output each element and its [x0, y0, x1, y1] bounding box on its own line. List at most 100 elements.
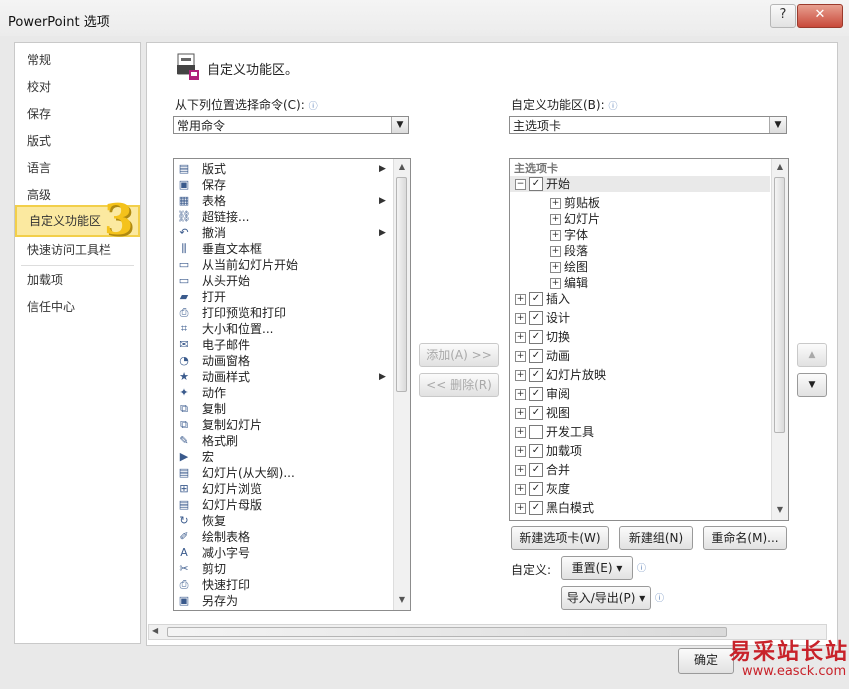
command-list-item[interactable]: ↶ 撤消 ▶ — [174, 225, 392, 241]
command-list-item[interactable]: ⫼ 垂直文本框 — [174, 241, 392, 257]
command-list-item[interactable]: ▤ 幻灯片母版 — [174, 497, 392, 513]
scroll-left-icon[interactable]: ◀ — [152, 626, 158, 635]
command-list-item[interactable]: ⧉ 复制 — [174, 401, 392, 417]
expand-icon[interactable]: + — [550, 198, 561, 209]
tab-checkbox[interactable]: ✓ — [529, 311, 543, 325]
tree-tab-item[interactable]: + ✓ 合并 — [510, 462, 770, 478]
tab-checkbox[interactable]: ✓ — [529, 349, 543, 363]
ribbon-tabs-select[interactable]: 主选项卡 ▼ — [509, 116, 787, 134]
import-export-button[interactable]: 导入/导出(P) ▾ — [561, 586, 651, 610]
sidebar-item-trust-center[interactable]: 信任中心 — [15, 294, 140, 320]
command-list-item[interactable]: ✐ 绘制表格 — [174, 529, 392, 545]
tree-tab-item[interactable]: + ✓ 动画 — [510, 348, 770, 364]
move-up-button[interactable]: ▲ — [797, 343, 827, 367]
tree-tab-item[interactable]: + ✓ 幻灯片放映 — [510, 367, 770, 383]
commands-source-select[interactable]: 常用命令 ▼ — [173, 116, 409, 134]
command-list-item[interactable]: ⎙ 快速打印 — [174, 577, 392, 593]
command-list-item[interactable]: ⊞ 幻灯片浏览 — [174, 481, 392, 497]
reset-button[interactable]: 重置(E) ▾ — [561, 556, 633, 580]
command-list-item[interactable]: ▣ 另存为 — [174, 593, 392, 609]
command-list-item[interactable]: ▦ 表格 ▶ — [174, 193, 392, 209]
expand-icon[interactable]: + — [515, 484, 526, 495]
expand-icon[interactable]: + — [515, 313, 526, 324]
scroll-thumb[interactable] — [774, 177, 785, 433]
sidebar-item-layout[interactable]: 版式 — [15, 128, 140, 154]
command-list-item[interactable]: ↻ 恢复 — [174, 513, 392, 529]
move-down-button[interactable]: ▼ — [797, 373, 827, 397]
command-list-item[interactable]: ⌗ 大小和位置... — [174, 321, 392, 337]
chevron-down-icon[interactable]: ▼ — [769, 117, 786, 133]
tree-tab-item[interactable]: + ✓ 设计 — [510, 310, 770, 326]
commands-list-scrollbar[interactable]: ▲ ▼ — [393, 159, 410, 610]
tree-tab-item[interactable]: + 开发工具 — [510, 424, 770, 440]
tree-tab-item[interactable]: + ✓ 视图 — [510, 405, 770, 421]
sidebar-item-save[interactable]: 保存 — [15, 101, 140, 127]
tab-checkbox[interactable]: ✓ — [529, 444, 543, 458]
tree-group-item[interactable]: + 段落 — [510, 243, 770, 259]
expand-icon[interactable]: + — [515, 370, 526, 381]
command-list-item[interactable]: ▭ 从头开始 — [174, 273, 392, 289]
tab-checkbox[interactable]: ✓ — [529, 368, 543, 382]
expand-icon[interactable]: + — [515, 332, 526, 343]
command-list-item[interactable]: ✦ 动作 — [174, 385, 392, 401]
command-list-item[interactable]: ▰ 打开 — [174, 289, 392, 305]
command-list-item[interactable]: ▣ 保存 — [174, 177, 392, 193]
tab-checkbox[interactable]: ✓ — [529, 482, 543, 496]
command-list-item[interactable]: ⛓ 超链接... — [174, 209, 392, 225]
expand-icon[interactable]: + — [515, 446, 526, 457]
command-list-item[interactable]: ✉ 电子邮件 — [174, 337, 392, 353]
expand-icon[interactable]: + — [550, 246, 561, 257]
scroll-down-icon[interactable]: ▼ — [394, 592, 410, 608]
collapse-icon[interactable]: − — [515, 179, 526, 190]
tree-tab-item[interactable]: + ✓ 切换 — [510, 329, 770, 345]
rename-button[interactable]: 重命名(M)... — [703, 526, 787, 550]
command-list-item[interactable]: ✎ 格式刷 — [174, 433, 392, 449]
sidebar-item-language[interactable]: 语言 — [15, 155, 140, 181]
tree-group-item[interactable]: + 幻灯片 — [510, 211, 770, 227]
tree-group-item[interactable]: + 字体 — [510, 227, 770, 243]
sidebar-item-proofing[interactable]: 校对 — [15, 74, 140, 100]
command-list-item[interactable]: ✂ 剪切 — [174, 561, 392, 577]
expand-icon[interactable]: + — [550, 278, 561, 289]
remove-button[interactable]: << 删除(R) — [419, 373, 499, 397]
scroll-up-icon[interactable]: ▲ — [394, 159, 410, 175]
sidebar-item-add-ins[interactable]: 加载项 — [15, 267, 140, 293]
tree-tab-item[interactable]: + ✓ 加载项 — [510, 443, 770, 459]
expand-icon[interactable]: + — [550, 214, 561, 225]
expand-icon[interactable]: + — [515, 294, 526, 305]
sidebar-item-general[interactable]: 常规 — [15, 47, 140, 73]
new-group-button[interactable]: 新建组(N) — [619, 526, 693, 550]
tab-checkbox[interactable]: ✓ — [529, 292, 543, 306]
scroll-down-icon[interactable]: ▼ — [772, 502, 788, 518]
command-list-item[interactable]: A 减小字号 — [174, 545, 392, 561]
tab-checkbox[interactable]: ✓ — [529, 330, 543, 344]
new-tab-button[interactable]: 新建选项卡(W) — [511, 526, 609, 550]
tree-tab-item[interactable]: + ✓ 审阅 — [510, 386, 770, 402]
command-list-item[interactable]: ▭ 从当前幻灯片开始 — [174, 257, 392, 273]
tree-group-item[interactable]: + 绘图 — [510, 259, 770, 275]
command-list-item[interactable]: ▶ 宏 — [174, 449, 392, 465]
expand-icon[interactable]: + — [515, 351, 526, 362]
tab-checkbox[interactable] — [529, 425, 543, 439]
close-button[interactable]: ✕ — [797, 4, 843, 28]
tab-checkbox[interactable]: ✓ — [529, 463, 543, 477]
expand-icon[interactable]: + — [550, 230, 561, 241]
add-button[interactable]: 添加(A) >> — [419, 343, 499, 367]
tree-group-item[interactable]: + 剪贴板 — [510, 195, 770, 211]
ribbon-tree-scrollbar[interactable]: ▲ ▼ — [771, 159, 788, 520]
ok-button[interactable]: 确定 — [678, 648, 734, 674]
expand-icon[interactable]: + — [550, 262, 561, 273]
command-list-item[interactable]: ⧉ 复制幻灯片 — [174, 417, 392, 433]
horizontal-scroll-thumb[interactable] — [167, 627, 727, 637]
tree-tab-item[interactable]: + ✓ 黑白模式 — [510, 500, 770, 516]
expand-icon[interactable]: + — [515, 427, 526, 438]
tree-tab-item[interactable]: − ✓ 开始 — [510, 176, 770, 192]
tree-tab-item[interactable]: + ✓ 灰度 — [510, 481, 770, 497]
expand-icon[interactable]: + — [515, 408, 526, 419]
command-list-item[interactable]: ◔ 动画窗格 — [174, 353, 392, 369]
expand-icon[interactable]: + — [515, 465, 526, 476]
command-list-item[interactable]: ⎙ 打印预览和打印 — [174, 305, 392, 321]
command-list-item[interactable]: ★ 动画样式 ▶ — [174, 369, 392, 385]
tab-checkbox[interactable]: ✓ — [529, 177, 543, 191]
command-list-item[interactable]: ▤ 幻灯片(从大纲)... — [174, 465, 392, 481]
